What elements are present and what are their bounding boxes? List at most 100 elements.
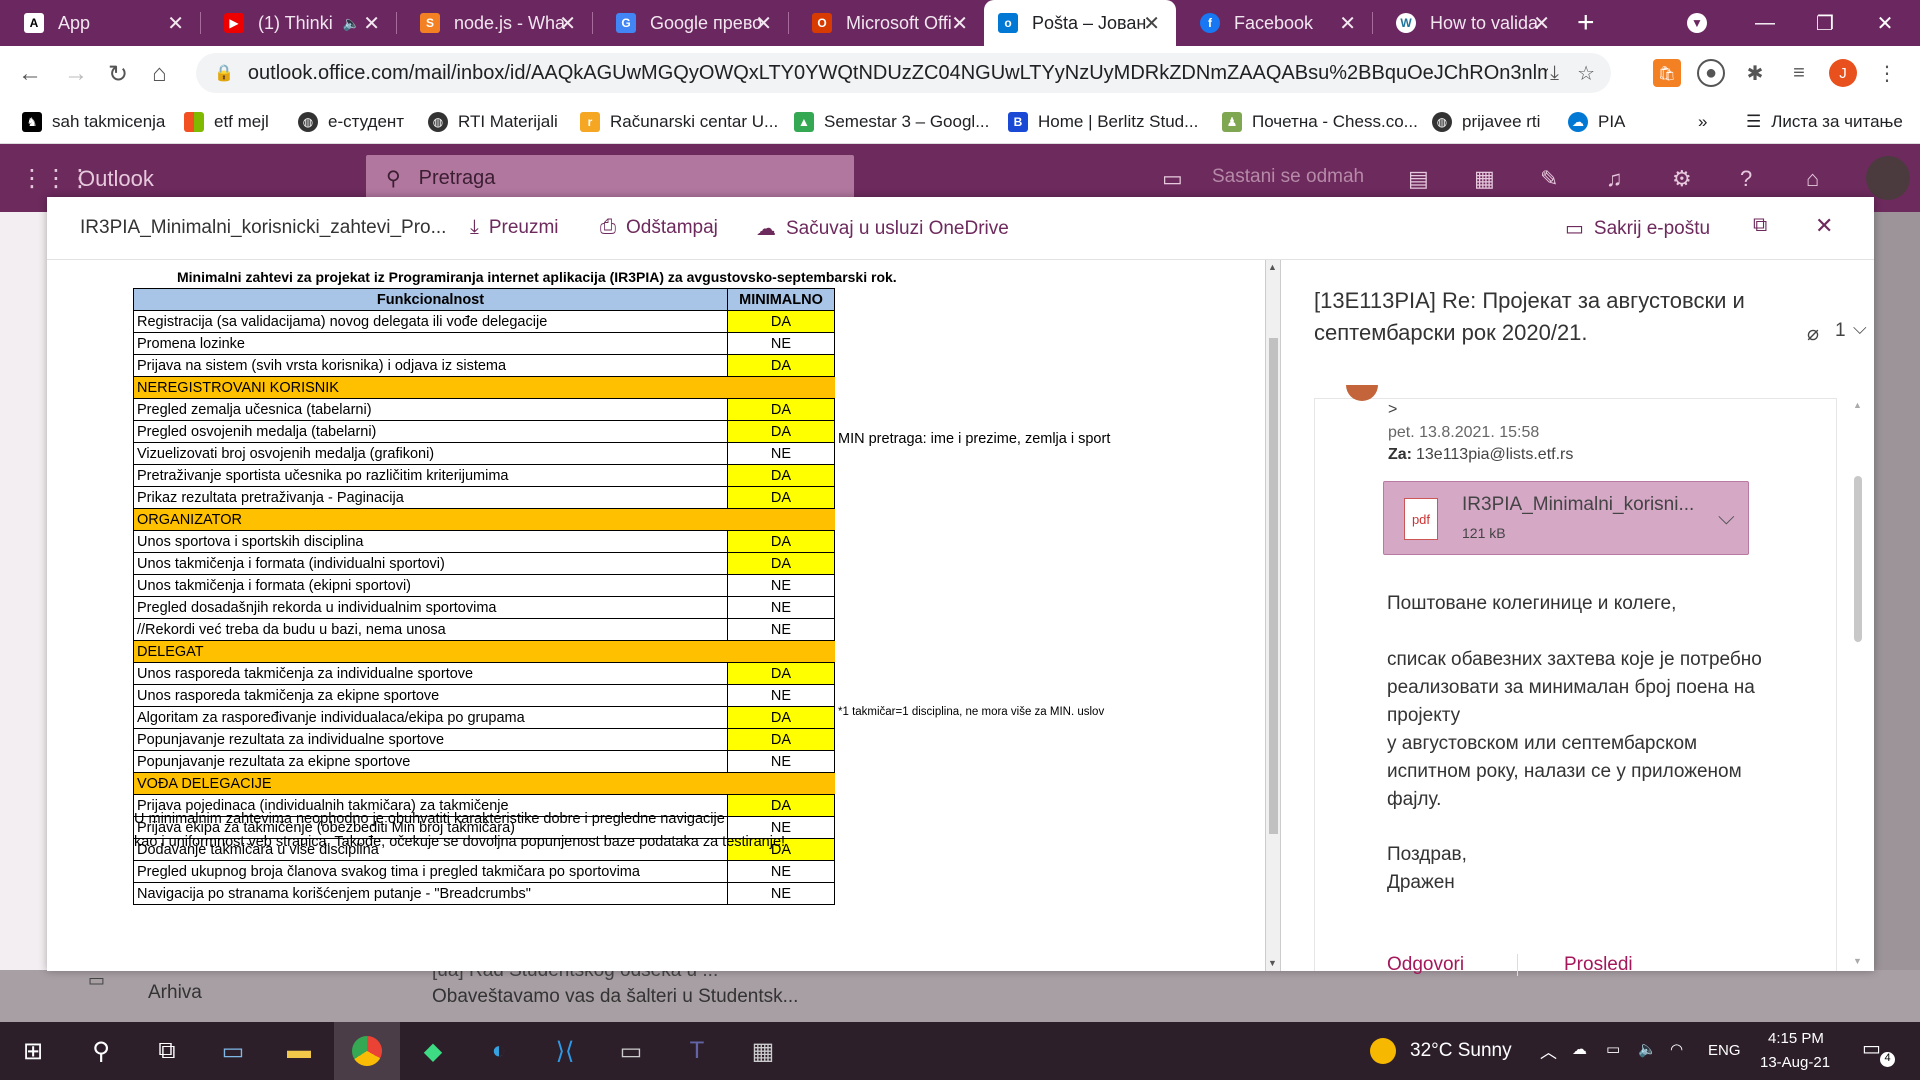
volume-icon[interactable]: 🔈: [1638, 1040, 1657, 1058]
bookmark-item[interactable]: ▲ Semestar 3 – Googl...: [794, 100, 989, 144]
laptop-icon[interactable]: ▭: [200, 1022, 266, 1080]
calculator-icon[interactable]: ▦: [730, 1022, 796, 1080]
video-icon[interactable]: ▭: [1162, 166, 1183, 192]
battery-icon[interactable]: ▭: [1606, 1040, 1620, 1058]
bookmark-item[interactable]: ◍ prijavee rti: [1432, 100, 1540, 144]
task-view-icon[interactable]: ⧉: [134, 1022, 200, 1080]
help-icon[interactable]: ?: [1740, 166, 1752, 192]
language-indicator[interactable]: ENG: [1708, 1042, 1741, 1059]
tab-youtube[interactable]: ▶ (1) Thinki 🔈 ✕: [200, 0, 396, 46]
scroll-down-icon[interactable]: ▼: [1853, 956, 1862, 966]
chevron-down-icon[interactable]: ⌵: [1718, 504, 1735, 530]
vscode-icon[interactable]: ⟩⟨: [532, 1022, 598, 1080]
close-icon[interactable]: ✕: [1143, 11, 1160, 36]
chrome-icon[interactable]: [334, 1022, 400, 1080]
close-window-icon[interactable]: ✕: [1855, 0, 1915, 46]
teams-icon[interactable]: T: [664, 1022, 730, 1080]
avatar[interactable]: [1866, 156, 1910, 200]
more-bookmarks-button[interactable]: »: [1698, 100, 1707, 144]
bookmark-item[interactable]: ♟ Почетна - Chess.co...: [1222, 100, 1418, 144]
reading-list-button[interactable]: ☰ Листа за читање: [1746, 100, 1903, 144]
bookmark-item[interactable]: B Home | Berlitz Stud...: [1008, 100, 1198, 144]
close-icon[interactable]: ✕: [559, 11, 576, 36]
close-icon[interactable]: ✕: [755, 11, 772, 36]
scroll-down-icon[interactable]: ▼: [1268, 958, 1277, 968]
tab-app[interactable]: A App ✕: [0, 0, 200, 46]
notification-icon[interactable]: ▭: [1862, 1036, 1881, 1061]
download-button[interactable]: ⤓ Preuzmi: [470, 216, 559, 239]
archive-icon[interactable]: ▭: [88, 970, 105, 991]
weather[interactable]: 32°C Sunny: [1410, 1040, 1512, 1062]
bookmark-item[interactable]: ♞ sah takmicenja: [22, 100, 165, 144]
tab-facebook[interactable]: f Facebook ✕: [1176, 0, 1372, 46]
email-to[interactable]: 13e113pia@lists.etf.rs: [1416, 446, 1573, 464]
home-icon[interactable]: ⌂: [152, 60, 167, 88]
extension-record-icon[interactable]: ●: [1697, 59, 1725, 87]
terminal-icon[interactable]: ▭: [598, 1022, 664, 1080]
word-icon[interactable]: ▦: [1474, 166, 1495, 192]
tab-stackoverflow[interactable]: S node.js - Wha ✕: [396, 0, 592, 46]
edge-icon[interactable]: ◐: [466, 1022, 532, 1080]
forward-icon[interactable]: →: [64, 60, 88, 88]
android-studio-icon[interactable]: ◆: [400, 1022, 466, 1080]
install-icon[interactable]: ⤓: [1550, 62, 1559, 85]
forward-button[interactable]: Prosledi: [1564, 954, 1633, 976]
bg-preview[interactable]: Obaveštavamo vas da šalteri u Studentsk.…: [432, 986, 798, 1008]
feedback-icon[interactable]: ⌂: [1806, 166, 1819, 192]
clock-time[interactable]: 4:15 PM: [1768, 1030, 1824, 1047]
close-icon[interactable]: ✕: [1815, 213, 1833, 239]
tab-wordpress[interactable]: W How to valida ✕: [1372, 0, 1566, 46]
tab-outlook[interactable]: o Pošta – Јован ✕: [984, 0, 1176, 46]
bookmark-item[interactable]: ◍ e-студент: [298, 100, 404, 144]
scroll-up-icon[interactable]: ▲: [1268, 262, 1277, 272]
scroll-up-icon[interactable]: ▲: [1853, 400, 1862, 410]
reply-button[interactable]: Odgovori: [1387, 954, 1464, 976]
bookmark-item[interactable]: ◍ RTI Materijali: [428, 100, 558, 144]
file-explorer-icon[interactable]: ▬: [266, 1022, 332, 1080]
menu-dots-icon[interactable]: ⋮: [1873, 59, 1901, 87]
url-bar[interactable]: 🔒 outlook.office.com/mail/inbox/id/AAQkA…: [196, 53, 1611, 93]
close-icon[interactable]: ✕: [1533, 11, 1550, 36]
new-tab-icon[interactable]: +: [1577, 6, 1595, 40]
tasks-icon[interactable]: ✎: [1540, 166, 1558, 192]
bookmark-item[interactable]: r Računarski centar U...: [580, 100, 778, 144]
bookmark-item[interactable]: ☁ PIA: [1568, 100, 1625, 144]
close-icon[interactable]: ✕: [1339, 11, 1356, 36]
open-new-window-icon[interactable]: ⧉: [1753, 214, 1767, 237]
extensions-puzzle-icon[interactable]: ✱: [1741, 59, 1769, 87]
app-name[interactable]: Outlook: [78, 166, 154, 192]
scrollbar-thumb[interactable]: [1269, 338, 1278, 834]
bookmark-star-icon[interactable]: ☆: [1577, 61, 1595, 86]
extension-bag-icon[interactable]: 🛍: [1653, 59, 1681, 87]
bell-icon[interactable]: ♫: [1606, 166, 1623, 192]
close-icon[interactable]: ✕: [363, 11, 380, 36]
tab-google-translate[interactable]: G Google прево ✕: [592, 0, 788, 46]
hide-email-button[interactable]: ▭ Sakrij e-poštu: [1565, 216, 1710, 241]
url-text[interactable]: outlook.office.com/mail/inbox/id/AAQkAGU…: [248, 62, 1548, 85]
meet-now-button[interactable]: Sastani se odmah: [1212, 166, 1364, 188]
gear-icon[interactable]: ⚙: [1672, 166, 1692, 192]
reading-scrollbar[interactable]: ▲ ▼: [1851, 398, 1865, 971]
scrollbar-thumb[interactable]: [1854, 476, 1862, 642]
speaker-icon[interactable]: 🔈: [343, 15, 360, 32]
media-control-icon[interactable]: ≡: [1785, 59, 1813, 87]
close-icon[interactable]: ✕: [167, 11, 184, 36]
minimize-icon[interactable]: —: [1735, 0, 1795, 46]
chevron-down-icon[interactable]: ⌵: [1853, 318, 1867, 339]
close-icon[interactable]: ✕: [951, 11, 968, 36]
search-box[interactable]: ⚲ Pretraga: [366, 155, 854, 201]
clock-date[interactable]: 13-Aug-21: [1760, 1054, 1830, 1071]
attachment-card[interactable]: pdf IR3PIA_Minimalni_korisni... 121 kB ⌵: [1383, 481, 1749, 555]
document-pane[interactable]: Minimalni zahtevi za projekat iz Program…: [52, 260, 1265, 971]
document-scrollbar[interactable]: ▲ ▼: [1265, 260, 1281, 971]
tab-search-icon[interactable]: ▼: [1667, 0, 1727, 46]
profile-avatar[interactable]: J: [1829, 59, 1857, 87]
onedrive-icon[interactable]: ☁: [1572, 1040, 1587, 1058]
back-icon[interactable]: ←: [18, 60, 42, 88]
chevron-up-icon[interactable]: ︿: [1540, 1038, 1557, 1063]
quote-marker[interactable]: >: [1388, 401, 1397, 419]
chat-icon[interactable]: ▤: [1408, 166, 1429, 192]
search-icon[interactable]: ⚲: [68, 1022, 134, 1080]
print-button[interactable]: ⎙ Odštampaj: [600, 216, 718, 239]
wifi-icon[interactable]: ◠: [1670, 1040, 1683, 1058]
